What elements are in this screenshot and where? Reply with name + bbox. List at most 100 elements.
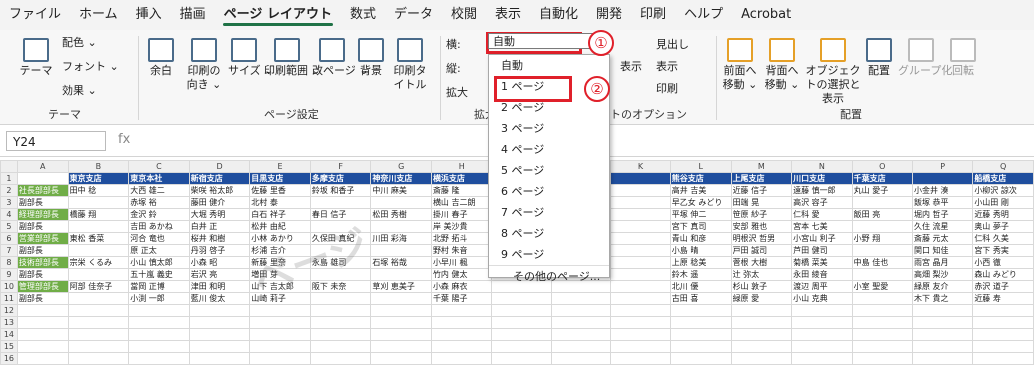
cell[interactable] <box>669 352 732 365</box>
cell[interactable] <box>309 292 372 305</box>
tab-3[interactable]: 描画 <box>171 0 215 30</box>
cell[interactable] <box>610 184 671 197</box>
cell[interactable]: 山下 吉太郎 <box>249 280 311 293</box>
cell[interactable] <box>610 352 671 365</box>
cell[interactable] <box>188 316 251 329</box>
cell[interactable]: 赤沢 道子 <box>972 280 1034 293</box>
cell[interactable] <box>972 316 1034 329</box>
cell[interactable]: 上原 稔美 <box>669 256 732 269</box>
cell[interactable]: 仁科 久美 <box>972 232 1034 245</box>
cell[interactable] <box>851 292 913 305</box>
cell[interactable]: 小山 克典 <box>791 292 853 305</box>
column-header[interactable]: L <box>669 160 732 173</box>
cell[interactable] <box>972 328 1034 341</box>
cell[interactable] <box>430 316 493 329</box>
cell[interactable]: 杉山 敦子 <box>730 280 793 293</box>
column-header[interactable]: N <box>791 160 853 173</box>
cell[interactable] <box>610 172 671 185</box>
cell[interactable]: 石塚 裕哉 <box>370 256 432 269</box>
cell[interactable] <box>610 244 671 257</box>
cell[interactable]: 近藤 寿 <box>972 292 1034 305</box>
cell[interactable]: 小山田 剛 <box>972 196 1034 209</box>
cell[interactable]: 宗栄 くるみ <box>67 256 130 269</box>
cell[interactable]: 木下 貴之 <box>911 292 974 305</box>
cell[interactable] <box>67 220 130 233</box>
headings-print-checkbox[interactable]: 印刷 <box>656 82 678 96</box>
cell[interactable] <box>370 340 432 353</box>
cell[interactable] <box>188 304 251 317</box>
cell[interactable]: 高畑 梨沙 <box>911 268 974 281</box>
cell[interactable]: 中島 佳也 <box>851 256 913 269</box>
tab-8[interactable]: 表示 <box>486 0 530 30</box>
cell[interactable] <box>430 352 493 365</box>
cell[interactable]: 東松 香菜 <box>67 232 130 245</box>
tab-7[interactable]: 校閲 <box>442 0 486 30</box>
cell[interactable]: 千葉支店 <box>851 172 913 185</box>
dropdown-item-more[interactable]: その他のページ... <box>489 265 609 287</box>
tab-13[interactable]: Acrobat <box>732 0 800 30</box>
row-header[interactable]: 1 <box>0 172 18 185</box>
row-header[interactable]: 3 <box>0 196 18 209</box>
cell[interactable]: 川田 彩海 <box>370 232 432 245</box>
tab-1[interactable]: ホーム <box>70 0 127 30</box>
row-header[interactable]: 16 <box>0 352 18 365</box>
tab-2[interactable]: 挿入 <box>127 0 171 30</box>
column-header[interactable]: E <box>249 160 311 173</box>
cell[interactable] <box>67 352 130 365</box>
cell[interactable] <box>188 352 251 365</box>
cell[interactable]: 野村 朱音 <box>430 244 493 257</box>
cell[interactable]: 永田 綾音 <box>791 268 853 281</box>
cell[interactable] <box>491 340 552 353</box>
cell[interactable]: 大堀 秀明 <box>188 208 251 221</box>
cell[interactable] <box>730 352 793 365</box>
cell[interactable]: 宮下 秀実 <box>972 244 1034 257</box>
cell[interactable]: 田中 稔 <box>67 184 130 197</box>
cell[interactable]: 管理部部長 <box>16 280 69 293</box>
cell[interactable]: 高井 吉美 <box>669 184 732 197</box>
cell[interactable]: 藤田 健介 <box>188 196 251 209</box>
cell[interactable] <box>309 352 372 365</box>
cell[interactable] <box>128 352 190 365</box>
cell[interactable]: 多摩支店 <box>309 172 372 185</box>
cell[interactable] <box>370 220 432 233</box>
cell[interactable]: 鈴木 遥 <box>669 268 732 281</box>
cell[interactable] <box>730 316 793 329</box>
cell[interactable] <box>128 316 190 329</box>
column-header[interactable]: H <box>430 160 493 173</box>
cell[interactable]: 川口支店 <box>791 172 853 185</box>
cell[interactable] <box>610 304 671 317</box>
cell[interactable] <box>67 244 130 257</box>
cell[interactable] <box>370 268 432 281</box>
cell[interactable]: 白井 正 <box>188 220 251 233</box>
cell[interactable] <box>610 328 671 341</box>
background-button[interactable]: 背景 <box>356 38 386 78</box>
cell[interactable]: 北村 泰 <box>249 196 311 209</box>
cell[interactable]: 東京支店 <box>67 172 130 185</box>
cell[interactable]: 北野 拓斗 <box>430 232 493 245</box>
cell[interactable]: 五十嵐 義史 <box>128 268 190 281</box>
cell[interactable] <box>550 292 612 305</box>
cell[interactable]: 菅根 大樹 <box>730 256 793 269</box>
cell[interactable]: 古田 喜 <box>669 292 732 305</box>
cell[interactable] <box>309 268 372 281</box>
cell[interactable]: 安部 雅也 <box>730 220 793 233</box>
row-header[interactable]: 7 <box>0 244 18 257</box>
cell[interactable]: 平塚 伸二 <box>669 208 732 221</box>
row-header[interactable]: 8 <box>0 256 18 269</box>
cell[interactable] <box>730 328 793 341</box>
cell[interactable]: 小森 昭 <box>188 256 251 269</box>
column-header[interactable]: D <box>188 160 251 173</box>
cell[interactable] <box>16 328 69 341</box>
cell[interactable]: 丹羽 啓子 <box>188 244 251 257</box>
cell[interactable]: 辻 弥太 <box>730 268 793 281</box>
cell[interactable]: 緑原 友介 <box>911 280 974 293</box>
colors-button[interactable]: 配色 ⌄ <box>62 36 97 50</box>
cell[interactable]: 春日 信子 <box>309 208 372 221</box>
row-header[interactable]: 9 <box>0 268 18 281</box>
cell[interactable] <box>791 304 853 317</box>
bring-forward-button[interactable]: 前面へ移動 ⌄ <box>720 38 760 92</box>
cell[interactable]: 佐藤 里香 <box>249 184 311 197</box>
headings-view-checkbox[interactable]: 表示 <box>656 60 678 74</box>
cell[interactable]: 山崎 莉子 <box>249 292 311 305</box>
cell[interactable]: 當岡 正博 <box>128 280 190 293</box>
